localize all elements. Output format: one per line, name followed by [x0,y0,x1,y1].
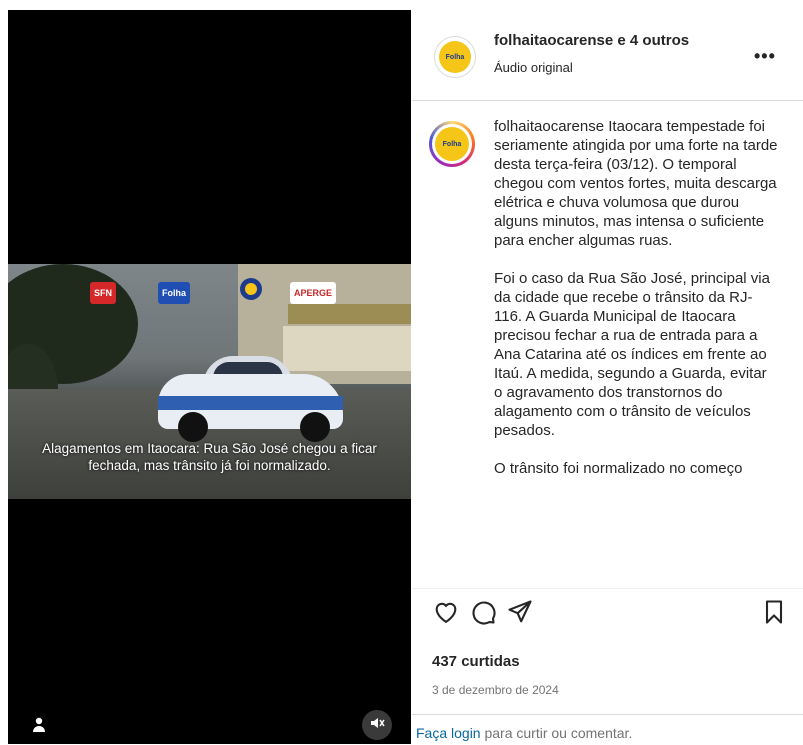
post-details: Folha folhaitaocarense e 4 outros Áudio … [412,10,803,744]
shop-awning [288,304,411,324]
storefront [283,326,411,371]
avatar-logo: Folha [435,127,469,161]
mute-button[interactable] [362,710,392,740]
car-wheel [178,412,208,442]
avatar[interactable]: Folha [434,36,476,78]
likes-count[interactable]: 437 curtidas [432,653,520,670]
heart-icon[interactable] [432,598,462,628]
login-prompt: Faça login para curtir ou comentar. [412,714,803,745]
logo-folha: Folha [158,282,190,304]
police-car-stripe [158,396,343,410]
coauthors-link[interactable]: e 4 outros [617,32,689,49]
login-link[interactable]: Faça login [416,725,481,741]
car-wheel [300,412,330,442]
send-icon[interactable] [506,598,536,628]
caption-paragraph: folhaitaocarense Itaocara tempestade foi… [494,117,778,250]
avatar-ring-gap: Folha [432,124,472,164]
bookmark-icon[interactable] [760,598,790,628]
header-user-line: folhaitaocarense e 4 outros [494,32,689,49]
action-bar [412,598,803,638]
story-avatar[interactable]: Folha [429,121,475,167]
video-frame[interactable]: SFN Folha APERGE Alagamentos em Itaocara… [8,264,411,499]
logo-aperge: APERGE [290,282,337,304]
post-header: Folha folhaitaocarense e 4 outros Áudio … [412,10,803,101]
avatar-logo: Folha [439,41,471,73]
logo-emblem [240,278,262,300]
speaker-muted-icon [369,715,385,736]
login-text: Faça login para curtir ou comentar. [416,725,632,741]
caption-text: folhaitaocarense Itaocara tempestade foi… [494,117,778,497]
user-tag-icon[interactable] [30,716,48,734]
comment-icon[interactable] [469,598,499,628]
caption-paragraph: O trânsito foi normalizado no começo [494,460,743,477]
login-rest: para curtir ou comentar. [480,725,633,741]
audio-link[interactable]: Áudio original [494,60,573,75]
more-horizontal-icon[interactable]: ••• [754,46,776,67]
video-player[interactable]: SFN Folha APERGE Alagamentos em Itaocara… [8,10,411,744]
video-caption: Alagamentos em Itaocara: Rua São José ch… [42,441,377,473]
post-date[interactable]: 3 de dezembro de 2024 [432,683,559,697]
caption-paragraph: Foi o caso da Rua São José, principal vi… [494,270,770,439]
caption-scroll-area[interactable]: Folha folhaitaocarense Itaocara tempesta… [412,101,803,589]
username-link[interactable]: folhaitaocarense [494,32,613,49]
logo-sfn: SFN [90,282,116,304]
caption-body: Itaocara tempestade foi seriamente ating… [494,118,778,249]
caption-username[interactable]: folhaitaocarense [494,118,604,135]
